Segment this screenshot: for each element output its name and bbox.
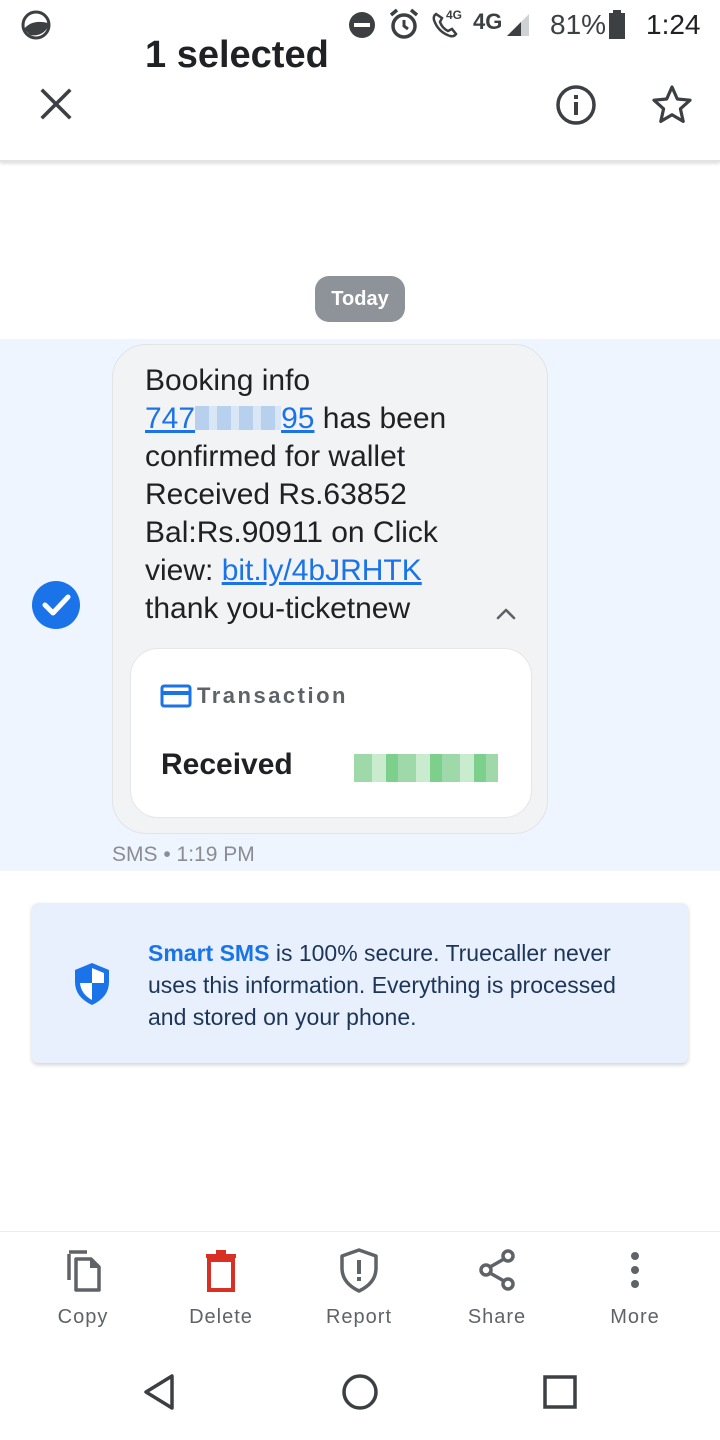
delete-button[interactable] [166,1246,276,1299]
smart-sms-notice: Smart SMS is 100% secure. Truecaller nev… [148,940,616,1030]
card-icon [160,684,192,708]
message-meta: SMS • 1:19 PM [112,843,255,866]
transaction-card[interactable] [130,648,532,818]
message-line: thank you-ticketnew [145,592,411,625]
clock: 1:24 [646,9,701,40]
call-badge-label: 4G [446,8,463,22]
short-url-link[interactable]: bit.ly/4bJRHTK [222,554,422,587]
copy-button[interactable] [28,1246,138,1299]
app-notification-icon [21,10,51,40]
app-bar [0,50,720,162]
signal-icon [507,14,529,36]
do-not-disturb-icon [349,12,375,38]
message-line: Received Rs.63852 [145,478,407,511]
share-button[interactable] [442,1246,552,1299]
transaction-label: Transaction [197,683,348,708]
message-line: 747 95 has been [145,402,447,435]
more-button[interactable] [580,1246,690,1299]
report-label: Report [325,1306,393,1328]
back-icon[interactable] [140,1372,180,1412]
message-line: Booking info [145,364,311,397]
alarm-icon [389,8,419,39]
shield-icon [75,963,109,1005]
report-button[interactable] [304,1246,414,1299]
more-label: More [610,1306,660,1328]
selected-check-icon[interactable] [32,581,80,629]
more-icon [631,1252,639,1288]
redacted-amount [354,754,498,782]
status-bar: 4G 4G 81% 1:24 [0,0,720,50]
report-icon [340,1248,378,1293]
copy-label: Copy [57,1306,109,1328]
home-icon[interactable] [340,1372,380,1412]
copy-icon [67,1250,101,1292]
battery-percent: 81% [550,9,607,40]
info-icon[interactable] [554,83,598,127]
star-icon[interactable] [650,83,694,127]
share-icon [479,1249,515,1291]
redacted-digits [195,406,282,430]
phone-number-link[interactable]: 747 95 [145,402,314,435]
delete-label: Delete [189,1306,253,1328]
received-label: Received [161,748,293,781]
network-type: 4G [473,9,503,34]
delete-icon [206,1250,236,1292]
share-label: Share [467,1306,527,1328]
selection-title: 1 selected [145,34,329,76]
message-line: Bal:Rs.90911 on Click [145,516,438,549]
close-icon[interactable] [38,86,74,122]
message-line: confirmed for wallet [145,440,406,473]
date-chip: Today [315,276,405,322]
chevron-up-icon[interactable] [494,602,518,626]
battery-icon [609,10,625,39]
message-line: view: bit.ly/4bJRHTK [145,554,422,587]
recents-icon[interactable] [540,1372,580,1412]
